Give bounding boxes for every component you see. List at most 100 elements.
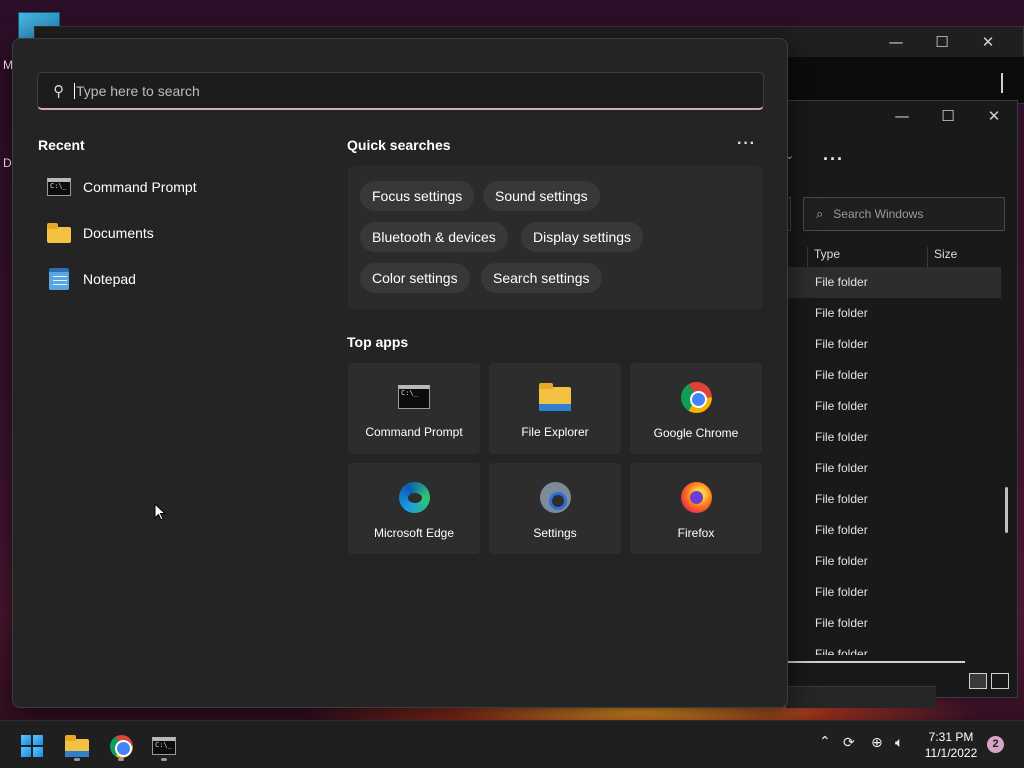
chip-bluetooth-devices[interactable]: Bluetooth & devices	[360, 222, 508, 252]
table-row[interactable]: File folder	[787, 546, 1001, 577]
app-tile-google-chrome[interactable]: Google Chrome	[630, 363, 762, 454]
chip-focus-settings[interactable]: Focus settings	[360, 181, 475, 211]
minimize-icon[interactable]: —	[879, 107, 925, 125]
start-icon	[21, 735, 43, 757]
volume-icon[interactable]: 🔈︎	[895, 735, 903, 751]
recent-item-label: Command Prompt	[83, 179, 197, 195]
firefox-icon	[680, 482, 712, 513]
search-icon: ⚲	[53, 81, 64, 100]
command-prompt-icon	[47, 178, 71, 196]
file-list: File folder File folder File folder File…	[787, 267, 1001, 655]
network-icon[interactable]: ⊕	[871, 735, 883, 751]
recent-item-documents[interactable]: Documents	[47, 221, 154, 245]
table-row[interactable]: File folder	[787, 484, 1001, 515]
top-apps-title: Top apps	[347, 334, 409, 350]
maximize-icon[interactable]: ☐	[925, 107, 971, 125]
app-tile-microsoft-edge[interactable]: Microsoft Edge	[348, 463, 480, 554]
search-icon: ⌕	[816, 206, 824, 222]
table-row[interactable]: File folder	[787, 453, 1001, 484]
close-icon[interactable]: ✕	[971, 107, 1017, 125]
start-search-box[interactable]: ⚲	[37, 72, 764, 110]
large-icons-view-icon[interactable]	[991, 673, 1009, 689]
mouse-cursor-icon	[154, 502, 167, 521]
vertical-scrollbar[interactable]	[1005, 487, 1008, 533]
app-tile-settings[interactable]: Settings	[489, 463, 621, 554]
app-tile-label: Firefox	[677, 526, 715, 540]
notification-badge[interactable]: 2	[987, 736, 1004, 753]
recent-item-label: Documents	[83, 225, 154, 241]
table-row[interactable]: File folder	[787, 639, 1001, 655]
notepad-icon	[49, 268, 69, 290]
search-input[interactable]	[74, 82, 763, 99]
column-header-size[interactable]: Size	[927, 247, 957, 269]
recent-item-notepad[interactable]: Notepad	[47, 267, 136, 291]
view-toggle	[969, 673, 1009, 689]
table-row[interactable]: File folder	[787, 391, 1001, 422]
background-dialog	[786, 686, 936, 708]
quick-searches-title: Quick searches	[347, 137, 451, 153]
chip-sound-settings[interactable]: Sound settings	[483, 181, 600, 211]
app-tile-label: File Explorer	[521, 425, 589, 439]
taskbar-command-prompt[interactable]	[147, 729, 181, 763]
start-button[interactable]	[15, 729, 49, 763]
chrome-icon	[109, 734, 133, 758]
table-row[interactable]: File folder	[787, 608, 1001, 639]
clock-time: 7:31 PM	[928, 730, 974, 744]
explorer-search-field[interactable]: ⌕ Search Windows	[803, 197, 1005, 231]
file-explorer-icon	[65, 734, 89, 757]
chip-color-settings[interactable]: Color settings	[360, 263, 470, 293]
app-tile-command-prompt[interactable]: Command Prompt	[348, 363, 480, 454]
chip-display-settings[interactable]: Display settings	[521, 222, 644, 252]
clock[interactable]: 7:31 PM 11/1/2022	[920, 729, 982, 761]
taskbar: ⌃ ⟳ ⊕ 🔈︎ 7:31 PM 11/1/2022	[0, 720, 1024, 768]
recent-item-label: Notepad	[83, 271, 136, 287]
recent-item-command-prompt[interactable]: Command Prompt	[47, 175, 197, 199]
file-explorer-icon	[539, 383, 571, 411]
window-controls: — ☐ ✕	[873, 33, 1011, 51]
table-row[interactable]: File folder	[787, 577, 1001, 608]
app-tile-label: Settings	[533, 526, 577, 540]
chevron-up-icon[interactable]: ⌃	[819, 734, 831, 750]
explorer-search-placeholder: Search Windows	[833, 207, 924, 221]
app-tile-label: Google Chrome	[653, 426, 739, 440]
table-row[interactable]: File folder	[787, 422, 1001, 453]
maximize-icon[interactable]: ☐	[919, 33, 965, 51]
table-row[interactable]: File folder	[787, 298, 1001, 329]
recent-title: Recent	[38, 137, 85, 153]
app-tile-label: Command Prompt	[365, 425, 463, 439]
running-indicator	[161, 758, 167, 761]
details-view-icon[interactable]	[969, 673, 987, 689]
column-headers: Type Size	[807, 247, 957, 269]
folder-icon	[47, 223, 71, 243]
column-header-type[interactable]: Type	[807, 247, 927, 269]
chrome-icon	[680, 382, 712, 413]
table-row[interactable]: File folder	[787, 360, 1001, 391]
taskbar-file-explorer[interactable]	[60, 729, 94, 763]
clock-date: 11/1/2022	[924, 746, 978, 760]
app-tile-label: Microsoft Edge	[373, 526, 455, 540]
more-options-icon[interactable]: ···	[823, 149, 844, 170]
file-explorer-window[interactable]: — ☐ ✕ ⌄ ··· ⌕ Search Windows Type Size F…	[785, 100, 1018, 698]
minimize-icon[interactable]: —	[873, 33, 919, 51]
more-options-icon[interactable]: ···	[737, 135, 756, 153]
app-tile-firefox[interactable]: Firefox	[630, 463, 762, 554]
close-icon[interactable]: ✕	[965, 33, 1011, 51]
command-prompt-icon	[398, 385, 430, 409]
scrollbar[interactable]	[1001, 73, 1003, 93]
running-indicator	[118, 758, 124, 761]
horizontal-scrollbar[interactable]	[787, 661, 965, 663]
quick-searches-panel: Focus settings Sound settings Bluetooth …	[348, 166, 763, 309]
settings-gear-icon	[539, 482, 571, 513]
window-controls: — ☐ ✕	[879, 107, 1017, 125]
table-row[interactable]: File folder	[787, 329, 1001, 360]
chip-search-settings[interactable]: Search settings	[481, 263, 602, 293]
table-row[interactable]: File folder	[787, 515, 1001, 546]
taskbar-chrome[interactable]	[104, 729, 138, 763]
edge-icon	[398, 482, 430, 513]
app-tile-file-explorer[interactable]: File Explorer	[489, 363, 621, 454]
running-indicator	[74, 758, 80, 761]
start-search-menu: ⚲ Recent Command Prompt Documents Notepa…	[12, 38, 788, 708]
command-prompt-icon	[152, 737, 176, 755]
table-row[interactable]: File folder	[787, 267, 1001, 298]
sync-icon[interactable]: ⟳	[843, 735, 855, 751]
